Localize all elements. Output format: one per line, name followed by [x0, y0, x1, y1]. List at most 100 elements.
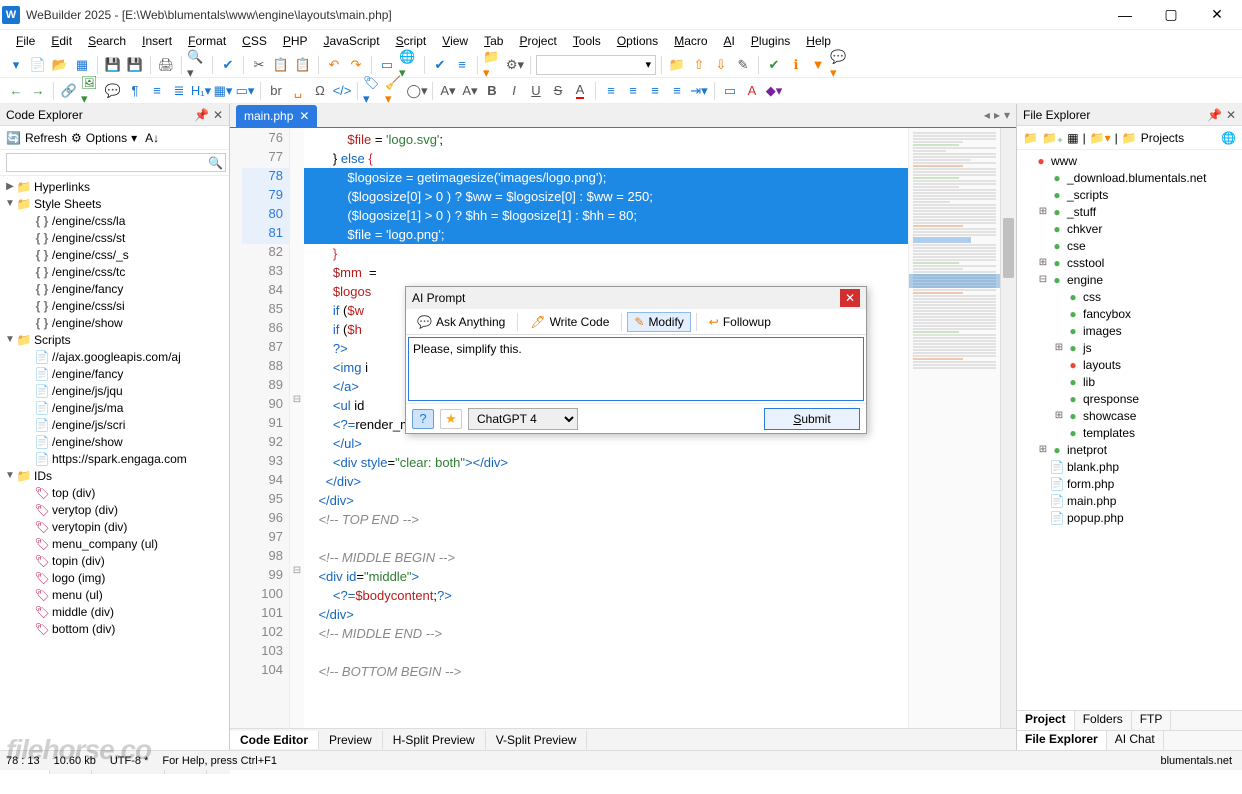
underline-icon[interactable]: U	[526, 81, 546, 101]
numlist-icon[interactable]: ≣	[169, 81, 189, 101]
tab-prev-icon[interactable]: ◂	[984, 108, 990, 122]
menu-format[interactable]: Format	[180, 32, 234, 50]
refresh-icon[interactable]: 🔄	[6, 131, 21, 145]
file-item[interactable]: 📄popup.php	[1017, 509, 1242, 526]
editor-tab[interactable]: Preview	[319, 731, 383, 749]
align-center-icon[interactable]: ≡	[623, 81, 643, 101]
file-item[interactable]: ●fancybox	[1017, 305, 1242, 322]
menu-help[interactable]: Help	[798, 32, 839, 50]
menu-search[interactable]: Search	[80, 32, 134, 50]
chat-icon[interactable]: 💬▾	[830, 55, 850, 75]
file-item[interactable]: ⊟●engine	[1017, 271, 1242, 288]
ai-mode-write-code[interactable]: 🖊 Write Code	[523, 312, 616, 332]
ai-mode-ask-anything[interactable]: 💬 Ask Anything	[410, 312, 512, 332]
ai-mode-modify[interactable]: ✎ Modify	[627, 312, 690, 332]
upload-icon[interactable]: ⇧	[689, 55, 709, 75]
selector-combo[interactable]: ▾	[536, 55, 656, 75]
ai-prompt-input[interactable]	[408, 337, 864, 401]
br-icon[interactable]: br	[266, 81, 286, 101]
editor-tab[interactable]: Code Editor	[230, 731, 319, 749]
download-icon[interactable]: ⇩	[711, 55, 731, 75]
tree-item[interactable]: { }/engine/show	[0, 314, 229, 331]
project-tab[interactable]: Project	[1017, 711, 1075, 730]
style-icon[interactable]: ◆▾	[764, 81, 784, 101]
file-item[interactable]: ●www	[1017, 152, 1242, 169]
panel-close-icon[interactable]: ✕	[213, 108, 223, 122]
menu-javascript[interactable]: JavaScript	[316, 32, 388, 50]
project-tab[interactable]: FTP	[1132, 711, 1172, 730]
menu-macro[interactable]: Macro	[666, 32, 715, 50]
file-item[interactable]: ⊞●js	[1017, 339, 1242, 356]
home-folder-icon[interactable]: 📁	[1023, 131, 1038, 145]
tree-item[interactable]: ▶📁Hyperlinks	[0, 178, 229, 195]
heading-icon[interactable]: H₁▾	[191, 81, 211, 101]
options-gear-icon[interactable]: ⚙	[71, 131, 82, 145]
new-folder-icon[interactable]: 📁₊	[1042, 131, 1063, 145]
code-icon[interactable]: </>	[332, 81, 352, 101]
tree-item[interactable]: ▼📁IDs	[0, 467, 229, 484]
link-icon[interactable]: 🔗	[59, 81, 79, 101]
project-tab[interactable]: Folders	[1075, 711, 1132, 730]
close-button[interactable]: ✕	[1194, 0, 1240, 30]
pin-icon[interactable]: 📌	[1207, 108, 1222, 122]
file-item[interactable]: ●_scripts	[1017, 186, 1242, 203]
menu-view[interactable]: View	[434, 32, 476, 50]
star-icon[interactable]: ★	[440, 409, 462, 429]
menu-tab[interactable]: Tab	[476, 32, 511, 50]
file-item[interactable]: ⊞●_stuff	[1017, 203, 1242, 220]
scrollbar-vertical[interactable]	[1000, 128, 1016, 728]
file-item[interactable]: ⊞●inetprot	[1017, 441, 1242, 458]
globe-icon[interactable]: 🌐	[1221, 131, 1236, 145]
menu-tools[interactable]: Tools	[565, 32, 609, 50]
doc-icon[interactable]: ▦	[72, 55, 92, 75]
font-a-icon[interactable]: A▾	[438, 81, 458, 101]
back-icon[interactable]: ←	[6, 81, 26, 101]
filter-icon[interactable]: ▼	[808, 55, 828, 75]
ok-icon[interactable]: ✔	[764, 55, 784, 75]
tree-item[interactable]: ▼📁Scripts	[0, 331, 229, 348]
tree-item[interactable]: 📄https://spark.engaga.com	[0, 450, 229, 467]
pin-icon[interactable]: 📌	[194, 108, 209, 122]
tidy-icon[interactable]: ✔	[430, 55, 450, 75]
maximize-button[interactable]: ▢	[1148, 0, 1194, 30]
details-icon[interactable]: ▦	[1067, 131, 1078, 145]
ai-mode-followup[interactable]: ↩ Followup	[702, 312, 778, 332]
gear-icon[interactable]: ⚙▾	[505, 55, 525, 75]
minimap[interactable]	[908, 128, 1000, 728]
search-icon[interactable]: 🔍▾	[187, 55, 207, 75]
projects-label[interactable]: Projects	[1141, 131, 1184, 145]
line-gutter[interactable]: 7677787980818283848586878889909192939495…	[242, 128, 290, 728]
tree-item[interactable]: 🏷middle (div)	[0, 603, 229, 620]
align-left-icon[interactable]: ≡	[601, 81, 621, 101]
file-item[interactable]: 📄form.php	[1017, 475, 1242, 492]
menu-script[interactable]: Script	[388, 32, 435, 50]
saveall-icon[interactable]: 💾	[125, 55, 145, 75]
align-justify-icon[interactable]: ≡	[667, 81, 687, 101]
tree-item[interactable]: 🏷bottom (div)	[0, 620, 229, 637]
tree-item[interactable]: 🏷menu_company (ul)	[0, 535, 229, 552]
info-icon[interactable]: ℹ	[786, 55, 806, 75]
nbsp-icon[interactable]: ␣	[288, 81, 308, 101]
tree-item[interactable]: 🏷verytop (div)	[0, 501, 229, 518]
help-icon[interactable]: ?	[412, 409, 434, 429]
browser-icon[interactable]: 🌐▾	[399, 55, 419, 75]
tree-item[interactable]: 📄//ajax.googleapis.com/aj	[0, 348, 229, 365]
forward-icon[interactable]: →	[28, 81, 48, 101]
refresh-label[interactable]: Refresh	[25, 131, 67, 145]
menu-plugins[interactable]: Plugins	[743, 32, 798, 50]
fontcolor-icon[interactable]: A	[742, 81, 762, 101]
code-explorer-tree[interactable]: ▶📁Hyperlinks▼📁Style Sheets{ }/engine/css…	[0, 176, 229, 750]
ai-submit-button[interactable]: Submit	[764, 408, 860, 430]
file-explorer-tree[interactable]: ●www●_download.blumentals.net●_scripts⊞●…	[1017, 150, 1242, 710]
fold-gutter[interactable]: ⊟⊟	[290, 128, 304, 728]
tab-next-icon[interactable]: ▸	[994, 108, 1000, 122]
file-item[interactable]: 📄main.php	[1017, 492, 1242, 509]
preview-icon[interactable]: ▭	[377, 55, 397, 75]
copy-icon[interactable]: 📋	[271, 55, 291, 75]
panel-close-icon[interactable]: ✕	[1226, 108, 1236, 122]
file-item[interactable]: ●cse	[1017, 237, 1242, 254]
tree-item[interactable]: 📄/engine/fancy	[0, 365, 229, 382]
file-item[interactable]: ●_download.blumentals.net	[1017, 169, 1242, 186]
menu-project[interactable]: Project	[511, 32, 564, 50]
paste-icon[interactable]: 📋	[293, 55, 313, 75]
